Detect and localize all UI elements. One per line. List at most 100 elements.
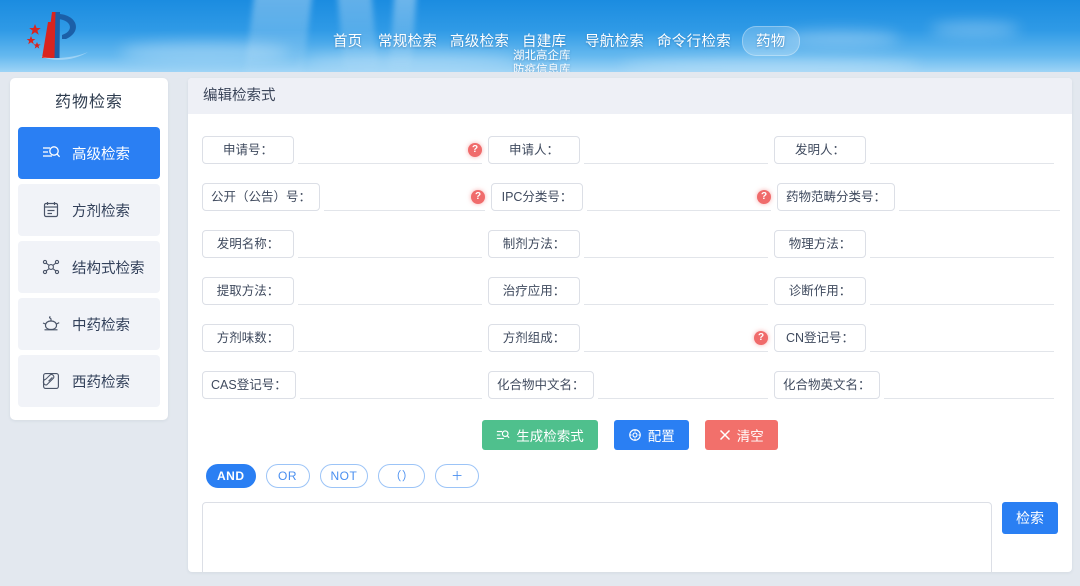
field-application-number: 申请号： ? — [202, 126, 488, 173]
field-invention-title: 发明名称： ? — [202, 220, 488, 267]
field-label[interactable]: 制剂方法： — [488, 229, 580, 258]
field-cas-registry-number: CAS登记号： ? — [202, 361, 488, 408]
nav-item-normal-search[interactable]: 常规检索 — [378, 30, 437, 51]
field-label[interactable]: 方剂味数： — [202, 323, 294, 352]
molecule-icon — [40, 256, 62, 278]
field-therapeutic-application: 治疗应用： ? — [488, 267, 774, 314]
operator-plus[interactable]: ＋ — [435, 464, 480, 488]
help-icon[interactable]: ? — [468, 142, 482, 157]
field-row: 方剂味数： ? 方剂组成： ? CN登记号： ? — [202, 314, 1058, 361]
field-input[interactable] — [870, 276, 1054, 305]
panel-title: 编辑检索式 — [188, 78, 1072, 114]
field-label[interactable]: 公开（公告）号： — [202, 182, 321, 211]
field-cn-registry-number: CN登记号： ? — [774, 314, 1060, 361]
nav-item-drug[interactable]: 药物 — [742, 26, 800, 56]
field-label[interactable]: 化合物中文名： — [488, 370, 594, 399]
field-input[interactable] — [584, 229, 768, 258]
field-label[interactable]: 药物范畴分类号： — [777, 182, 896, 211]
field-label[interactable]: CN登记号： — [774, 323, 866, 352]
operator-or[interactable]: OR — [265, 464, 310, 488]
field-compound-english-name: 化合物英文名： ? — [774, 361, 1060, 408]
field-input[interactable] — [870, 135, 1054, 164]
field-label[interactable]: 发明名称： — [202, 229, 294, 258]
help-icon[interactable]: ? — [471, 189, 486, 204]
field-input[interactable] — [899, 182, 1061, 211]
sidebar-item-label: 方剂检索 — [72, 203, 130, 220]
pill-flask-icon — [40, 370, 62, 392]
field-input[interactable] — [298, 135, 482, 164]
clear-button[interactable]: 清空 — [704, 420, 778, 450]
app-header: 首页 常规检索 高级检索 自建库 导航检索 命令行检索 药物 湖北高企库 防疫信… — [0, 0, 1080, 72]
field-input[interactable] — [584, 323, 768, 352]
field-row: CAS登记号： ? 化合物中文名： ? 化合物英文名： ? — [202, 361, 1058, 408]
field-input[interactable] — [298, 323, 482, 352]
field-input[interactable] — [587, 182, 772, 211]
sidebar-item-label: 结构式检索 — [72, 260, 145, 277]
field-label[interactable]: 治疗应用： — [488, 276, 580, 305]
field-input[interactable] — [584, 276, 768, 305]
field-label[interactable]: IPC分类号： — [491, 182, 584, 211]
sidebar-item-label: 高级检索 — [72, 146, 130, 163]
action-button-group: 生成检索式 配置 清空 — [188, 420, 1072, 450]
help-icon[interactable]: ? — [754, 330, 768, 345]
query-row: 检索 — [188, 488, 1072, 572]
nav-item-command-search[interactable]: 命令行检索 — [657, 30, 731, 51]
main-nav: 首页 常规检索 高级检索 自建库 导航检索 命令行检索 药物 湖北高企库 防疫信… — [0, 0, 1080, 72]
field-preparation-method: 制剂方法： ? — [488, 220, 774, 267]
field-compound-chinese-name: 化合物中文名： ? — [488, 361, 774, 408]
field-label[interactable]: 申请人： — [488, 135, 580, 164]
field-extraction-method: 提取方法： ? — [202, 267, 488, 314]
field-input[interactable] — [298, 276, 482, 305]
config-button[interactable]: 配置 — [613, 420, 689, 450]
field-label[interactable]: 化合物英文名： — [774, 370, 880, 399]
field-prescription-ingredient-count: 方剂味数： ? — [202, 314, 488, 361]
field-prescription-composition: 方剂组成： ? — [488, 314, 774, 361]
nav-item-home[interactable]: 首页 — [333, 30, 363, 51]
generate-query-button[interactable]: 生成检索式 — [482, 420, 598, 450]
button-label: 清空 — [736, 429, 764, 444]
sidebar-item-chinese-medicine-search[interactable]: 中药检索 — [18, 298, 160, 350]
sidebar-item-structure-search[interactable]: 结构式检索 — [18, 241, 160, 293]
field-input[interactable] — [870, 229, 1054, 258]
field-drug-category-class: 药物范畴分类号： ? — [777, 173, 1066, 220]
field-input[interactable] — [299, 370, 482, 399]
field-applicant: 申请人： ? — [488, 126, 774, 173]
search-button[interactable]: 检索 — [1002, 502, 1058, 534]
sidebar-item-prescription-search[interactable]: 方剂检索 — [18, 184, 160, 236]
field-label[interactable]: 提取方法： — [202, 276, 294, 305]
field-input[interactable] — [324, 182, 486, 211]
field-row: 发明名称： ? 制剂方法： ? 物理方法： ? — [202, 220, 1058, 267]
field-label[interactable]: CAS登记号： — [202, 370, 296, 399]
field-input[interactable] — [883, 370, 1054, 399]
nav-item-navigation-search[interactable]: 导航检索 — [585, 30, 644, 51]
sidebar-title: 药物检索 — [54, 94, 123, 111]
operator-parentheses[interactable]: （） — [378, 464, 426, 488]
field-input[interactable] — [597, 370, 768, 399]
field-label[interactable]: 物理方法： — [774, 229, 866, 258]
sidebar-item-western-medicine-search[interactable]: 西药检索 — [18, 355, 160, 407]
field-grid: 申请号： ? 申请人： ? 发明人： ? 公开（公告）号： — [188, 114, 1072, 408]
sidebar: 药物检索 高级检索 方剂检索 结构式检索 中药检索 西药检索 — [10, 78, 168, 420]
operator-not[interactable]: NOT — [319, 464, 369, 488]
operator-and[interactable]: AND — [206, 464, 256, 488]
field-diagnostic-function: 诊断作用： ? — [774, 267, 1060, 314]
advanced-search-icon — [40, 142, 62, 164]
sidebar-item-advanced-search[interactable]: 高级检索 — [18, 127, 160, 179]
field-input[interactable] — [298, 229, 482, 258]
field-input[interactable] — [870, 323, 1054, 352]
nav-item-advanced-search[interactable]: 高级检索 — [450, 30, 509, 51]
field-input[interactable] — [584, 135, 768, 164]
close-icon — [719, 429, 731, 441]
field-label[interactable]: 诊断作用： — [774, 276, 866, 305]
help-icon[interactable]: ? — [757, 189, 772, 204]
query-textarea[interactable] — [202, 502, 992, 572]
nav-sub-epidemic-db[interactable]: 防疫信息库 — [513, 61, 571, 72]
field-label[interactable]: 发明人： — [774, 135, 866, 164]
gear-icon — [628, 428, 642, 442]
field-publication-number: 公开（公告）号： ? — [202, 173, 491, 220]
field-row: 申请号： ? 申请人： ? 发明人： ? — [202, 126, 1058, 173]
herbal-pot-icon — [40, 313, 62, 335]
field-label[interactable]: 申请号： — [202, 135, 294, 164]
field-label[interactable]: 方剂组成： — [488, 323, 580, 352]
generate-icon — [496, 428, 510, 442]
